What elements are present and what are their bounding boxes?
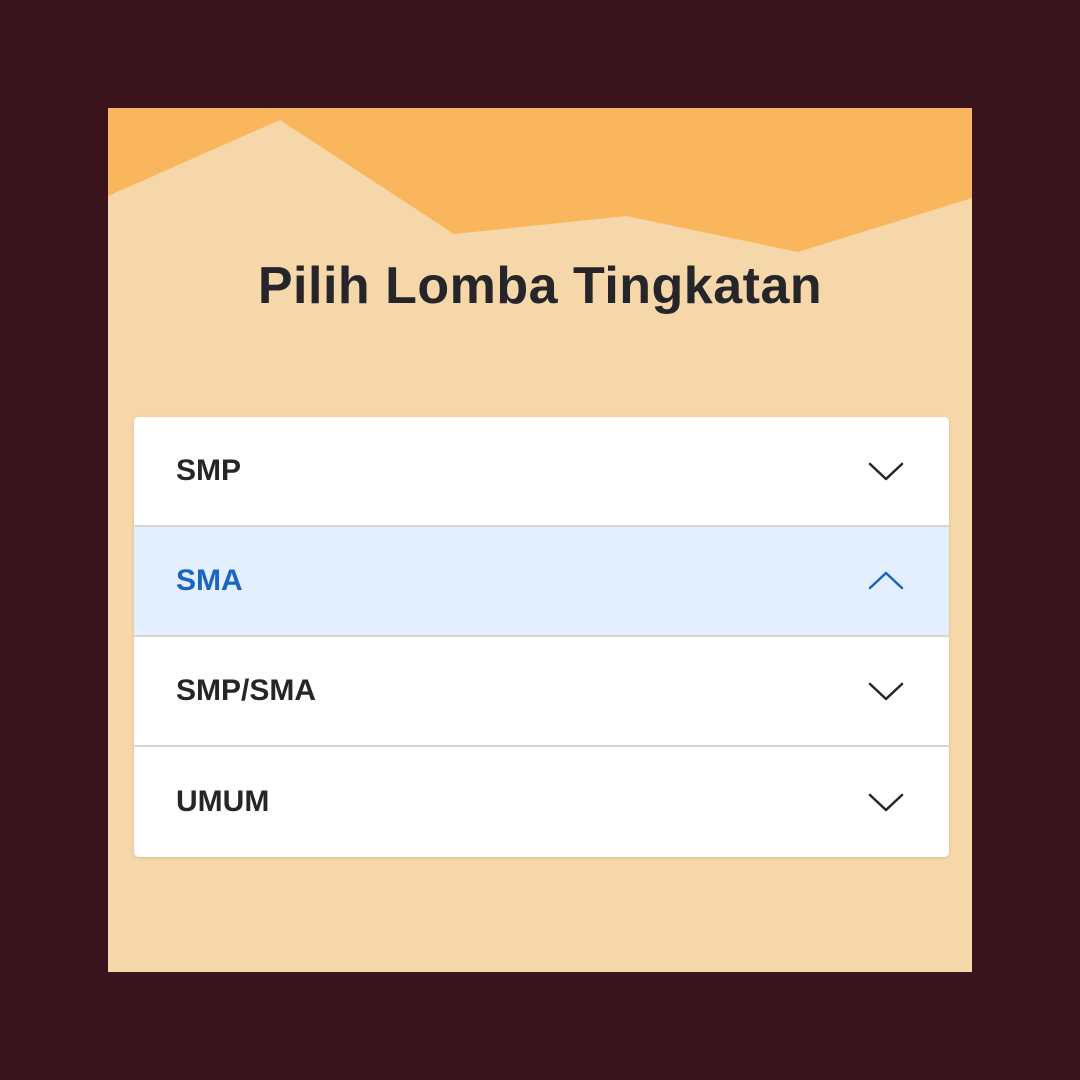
accordion-item-sma[interactable]: SMA	[134, 527, 949, 637]
chevron-up-icon	[868, 571, 904, 590]
accordion-item-label: SMP	[176, 454, 242, 487]
accordion-item-umum[interactable]: UMUM	[134, 747, 949, 857]
level-accordion: SMP SMA SMP/SMA UMUM	[134, 417, 949, 857]
level-selection-card: Pilih Lomba Tingkatan SMP SMA SMP/SMA UM…	[108, 108, 972, 972]
accordion-item-smp-sma[interactable]: SMP/SMA	[134, 637, 949, 747]
accordion-item-label: SMP/SMA	[176, 674, 317, 707]
chevron-down-icon	[868, 462, 904, 481]
accordion-item-label: SMA	[176, 564, 243, 597]
accordion-item-smp[interactable]: SMP	[134, 417, 949, 527]
header-wave-decoration	[108, 108, 972, 252]
chevron-down-icon	[868, 793, 904, 812]
chevron-down-icon	[868, 682, 904, 701]
accordion-item-label: UMUM	[176, 785, 270, 818]
page-title: Pilih Lomba Tingkatan	[257, 257, 823, 315]
